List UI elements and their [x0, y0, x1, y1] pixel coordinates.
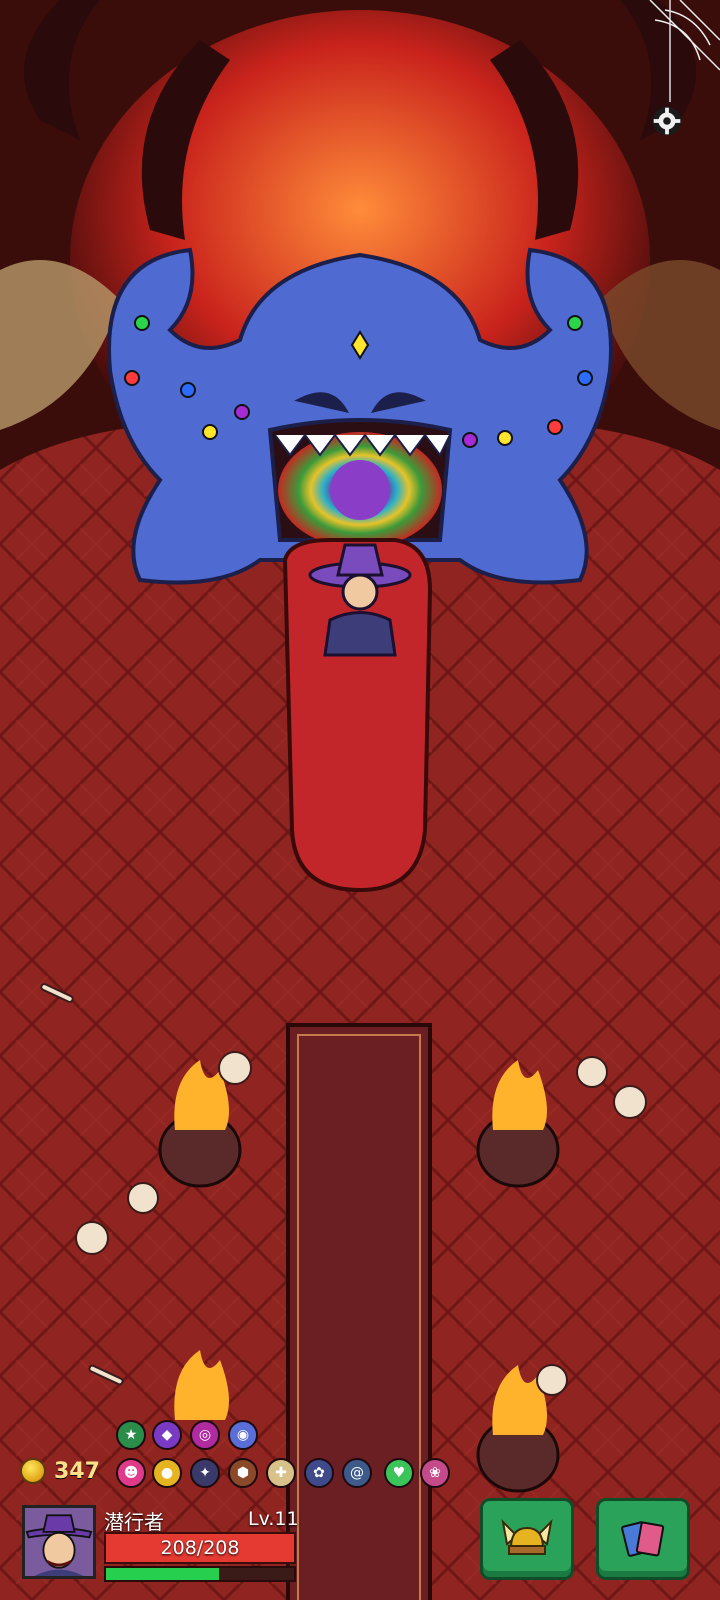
gold-coin-icon[interactable]: ●	[152, 1458, 182, 1488]
spiral-badge-icon[interactable]: @	[342, 1458, 372, 1488]
gold-counter: 347	[20, 1458, 100, 1484]
xp-bar	[104, 1566, 296, 1582]
brown-gem-icon[interactable]: ⬢	[228, 1458, 258, 1488]
xp-bar-fill	[106, 1568, 219, 1580]
hp-bar: 208/208	[104, 1532, 296, 1564]
hp-text: 208/208	[160, 1537, 240, 1559]
cards-icon	[621, 1521, 665, 1557]
gold-coin-icon	[20, 1458, 46, 1484]
player-portrait[interactable]	[22, 1505, 96, 1579]
blue-swirl-icon[interactable]: ◉	[228, 1420, 258, 1450]
gold-amount: 347	[54, 1458, 100, 1484]
purple-shield-badge-icon[interactable]: ◆	[152, 1420, 182, 1450]
green-star-triangle-icon[interactable]: ★	[116, 1420, 146, 1450]
game-scene	[0, 0, 720, 1600]
cards-button[interactable]	[596, 1498, 690, 1580]
pink-demon-icon[interactable]: ☻	[116, 1458, 146, 1488]
pink-flower-icon[interactable]: ❀	[420, 1458, 450, 1488]
boss	[107, 247, 613, 585]
fire-ring-icon[interactable]: ◎	[190, 1420, 220, 1450]
avatar	[25, 1508, 93, 1576]
settings-button[interactable]	[648, 102, 686, 140]
gear-icon	[652, 106, 682, 136]
green-potion-icon[interactable]: ♥	[384, 1458, 414, 1488]
claw-icon[interactable]: ✦	[190, 1458, 220, 1488]
equipment-button[interactable]	[480, 1498, 574, 1580]
bone-icon[interactable]: ✚	[266, 1458, 296, 1488]
helmet-icon	[501, 1519, 553, 1555]
player-level: Lv.11	[248, 1508, 299, 1530]
player-name: 潜行者	[104, 1510, 164, 1534]
paw-badge-icon[interactable]: ✿	[304, 1458, 334, 1488]
